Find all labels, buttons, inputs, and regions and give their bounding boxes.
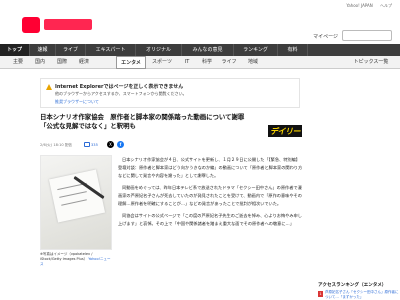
nav-item-expert[interactable]: エキスパート	[86, 44, 136, 56]
logo-mark	[22, 17, 40, 33]
comment-icon[interactable]	[84, 142, 90, 147]
nav-item-ranking[interactable]: ランキング	[234, 44, 278, 56]
nav-item-original[interactable]: オリジナル	[136, 44, 182, 56]
top-utility-bar: Yahoo! JAPAN ヘルプ	[0, 0, 400, 12]
category-domestic[interactable]: 国内	[30, 56, 50, 69]
nav-item-live[interactable]: ライブ	[56, 44, 86, 56]
caption-text: ※写真はイメージ（vpokatelev / iStock/Getty Image…	[40, 252, 93, 261]
recommended-browser-link[interactable]: 推奨ブラウザーについて	[55, 99, 99, 105]
site-logo[interactable]	[22, 17, 92, 33]
header: マイページ	[0, 12, 400, 49]
source-logo-text: デイリー	[270, 127, 301, 136]
source-logo[interactable]: デイリー	[268, 125, 302, 137]
category-international[interactable]: 国際	[52, 56, 72, 69]
banner-subtitle: 他のブラウザーからアクセスするか、スマートフォンから閲覧ください。	[55, 91, 187, 96]
category-economy[interactable]: 経済	[74, 56, 94, 69]
mypage-link[interactable]: マイページ	[313, 33, 338, 40]
logo-wordmark	[44, 19, 92, 30]
category-navigation: 主要 国内 国際 経済 エンタメ スポーツ IT 科学 ライフ 地域 トピックス…	[0, 56, 400, 69]
ranking-title: アクセスランキング（エンタメ）	[318, 283, 387, 288]
publish-time: 2/6(火) 18:10 配信	[40, 143, 73, 147]
help-link[interactable]: ヘルプ	[380, 3, 392, 8]
sidebar-ad-area	[318, 70, 394, 280]
body-paragraph: 同動画をめぐっては、昨年日本テレビ系で放送されたドラマ「セクシー田中さん」の原作…	[118, 185, 302, 206]
category-entertainment[interactable]: エンタメ	[116, 56, 146, 69]
search-box[interactable]	[342, 30, 392, 49]
browser-warning-banner: Internet Explorerではページを正しく表示できません 他のブラウザ…	[40, 78, 300, 108]
comment-count[interactable]: 335	[91, 143, 107, 147]
category-life[interactable]: ライフ	[218, 56, 240, 69]
photo-caption: ※写真はイメージ（vpokatelev / iStock/Getty Image…	[40, 252, 112, 267]
rank-headline[interactable]: 芦原妃名子さん「セクシー田中さん」原作者について…「まずかった」	[325, 290, 399, 299]
body-paragraph: 同協会はサイトの公式ページで「この度の芦原妃名子先生のご逝去を悼み、心よりお悔や…	[118, 213, 302, 226]
yahoo-japan-link[interactable]: Yahoo! JAPAN	[346, 3, 372, 8]
category-topics-list[interactable]: トピックス一覧	[348, 56, 394, 69]
nav-item-breaking[interactable]: 速報	[30, 44, 56, 56]
banner-title: Internet Explorerではページを正しく表示できません	[55, 84, 184, 90]
article-photo[interactable]	[40, 155, 112, 250]
utility-links: Yahoo! JAPAN ヘルプ	[340, 3, 392, 9]
main-navigation: トップ 速報 ライブ エキスパート オリジナル みんなの意見 ランキング 有料	[0, 44, 400, 56]
ranking-item[interactable]: 1 芦原妃名子さん「セクシー田中さん」原作者について…「まずかった」	[318, 290, 399, 300]
nav-item-top[interactable]: トップ	[0, 44, 30, 56]
nav-item-opinions[interactable]: みんなの意見	[182, 44, 234, 56]
rank-number: 1	[318, 291, 323, 297]
category-main[interactable]: 主要	[8, 56, 28, 69]
article-body: 日本シナリオ作家協会が４日、公式サイトを更新し、１月２９日に公開した「【緊急、特…	[118, 156, 304, 232]
body-paragraph: 日本シナリオ作家協会が４日、公式サイトを更新し、１月２９日に公開した「【緊急、特…	[118, 157, 303, 178]
access-ranking: アクセスランキング（エンタメ） 1 芦原妃名子さん「セクシー田中さん」原作者につ…	[318, 282, 399, 300]
nav-item-paid[interactable]: 有料	[278, 44, 308, 56]
x-share-icon[interactable]: X	[107, 141, 114, 148]
category-science[interactable]: 科学	[198, 56, 216, 69]
article-headline: 日本シナリオ作家協会 原作者と脚本家の関係踏った動画について謝罪 「公式な見解で…	[40, 113, 251, 130]
warning-icon	[46, 84, 52, 90]
facebook-share-icon[interactable]: f	[117, 141, 124, 148]
category-sports[interactable]: スポーツ	[148, 56, 176, 69]
category-local[interactable]: 地域	[244, 56, 262, 69]
category-it[interactable]: IT	[180, 56, 194, 69]
